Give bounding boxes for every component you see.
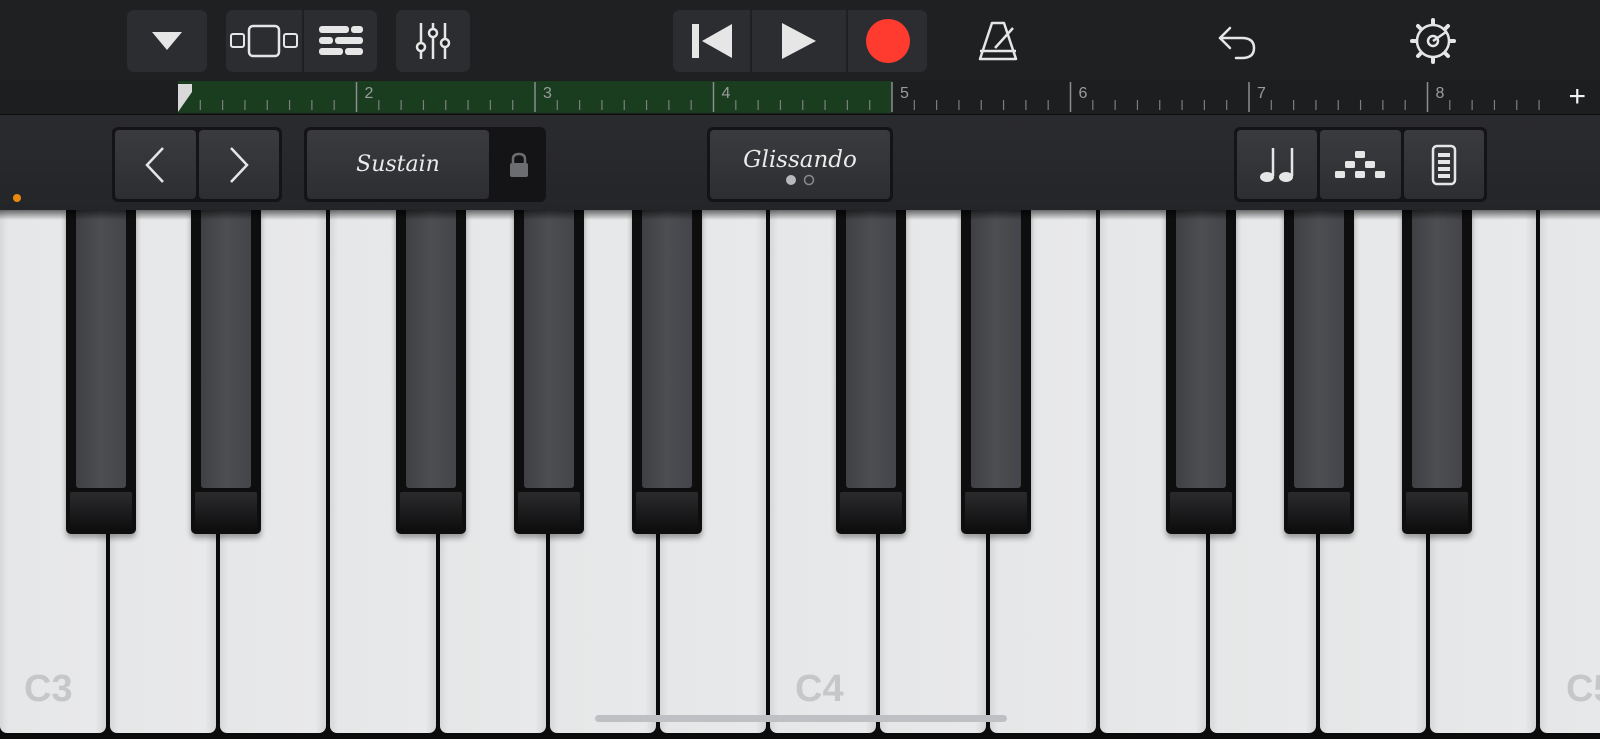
track-controls-icon [318,26,363,55]
octave-shift-buttons [112,127,282,202]
play-icon [782,23,816,59]
bar-number: 2 [365,85,374,102]
sustain-control: Sustain [304,127,546,202]
white-key-c5[interactable]: C5 [1540,210,1600,733]
black-key-d#3[interactable] [191,210,261,534]
black-key-d#4[interactable] [961,210,1031,534]
mixer-button[interactable] [396,10,470,72]
undo-button[interactable] [1205,10,1269,72]
play-button[interactable] [750,10,846,72]
toolbar [0,0,1600,80]
keyboard-controls-button[interactable] [1403,130,1484,199]
mixer-icon [415,23,451,59]
black-key-g#3[interactable] [514,210,584,534]
activity-led [13,194,21,202]
go-to-beginning-icon [691,24,732,58]
octave-down-button[interactable] [115,130,196,199]
record-button[interactable] [846,10,927,72]
settings-icon [1410,18,1456,64]
record-icon [865,19,910,63]
track-controls-button[interactable] [302,10,377,72]
go-to-beginning-button[interactable] [673,10,750,72]
octave-up-button[interactable] [198,130,279,199]
chevron-left-icon [145,146,165,183]
keyboard-layout-icon [1431,144,1457,185]
bar-number: 6 [1079,85,1088,102]
black-key-c#3[interactable] [66,210,136,534]
glissando-button[interactable]: Glissando [710,130,890,199]
sustain-button[interactable]: Sustain [307,130,489,199]
scale-button[interactable] [1237,130,1318,199]
lock-icon [510,152,528,177]
chevron-right-icon [229,146,249,183]
keyboard-controls: Sustain Glissando [0,115,1600,210]
sustain-lock-button[interactable] [492,130,546,199]
black-key-a#4[interactable] [1402,210,1472,534]
notes-icon [1260,147,1294,182]
black-key-f#3[interactable] [396,210,466,534]
glissando-control: Glissando [707,127,893,202]
timeline-ruler[interactable]: 2 3 4 5 6 7 8 [0,80,1600,115]
key-label-c3: C3 [24,668,73,710]
bar-number: 7 [1257,85,1266,102]
browser-button[interactable] [127,10,207,72]
black-key-f#4[interactable] [1166,210,1236,534]
metronome-icon [978,21,1018,61]
home-indicator[interactable] [595,715,1007,722]
arpeggiator-icon [1335,150,1386,178]
transport-controls [673,10,927,72]
black-key-a#3[interactable] [632,210,702,534]
tracks-view-icon [230,24,298,58]
keyboard-top-shadow [0,210,1600,220]
metronome-button[interactable] [966,10,1030,72]
key-label-c5: C5 [1566,668,1600,710]
black-key-c#4[interactable] [836,210,906,534]
bar-number: 3 [543,85,552,102]
piano-keyboard[interactable]: C3 C4 C5 [0,210,1600,739]
triangle-down-icon [152,32,182,50]
bar-number: 8 [1436,85,1445,102]
undo-icon [1218,26,1256,60]
mode-page-dots [786,174,815,185]
black-key-g#4[interactable] [1284,210,1354,534]
key-label-c4: C4 [795,668,844,710]
bar-number: 5 [900,85,909,102]
sustain-label: Sustain [356,152,440,177]
bar-number: 4 [722,85,731,102]
settings-button[interactable] [1400,10,1466,72]
arpeggiator-button[interactable] [1320,130,1401,199]
glissando-label: Glissando [743,146,857,173]
tracks-view-button[interactable] [226,10,302,72]
ruler-ticks: 2 3 4 5 6 7 8 [178,81,1540,113]
keyboard-mode-buttons [1234,127,1487,202]
add-section-button[interactable]: + [1568,82,1586,112]
view-switcher [226,10,377,72]
